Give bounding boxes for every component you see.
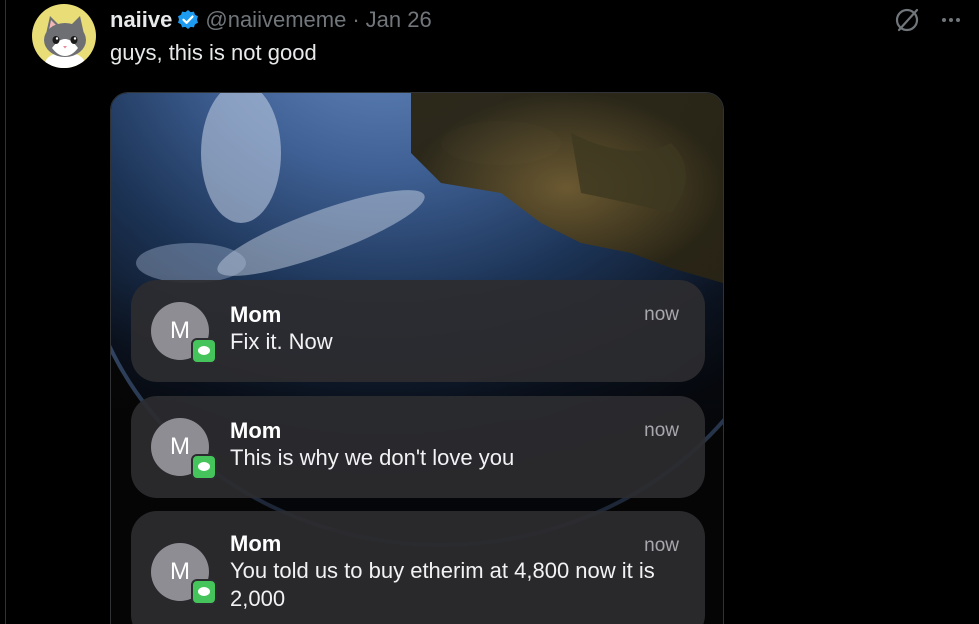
notification-card[interactable]: M Mom now This is why we don't love you xyxy=(131,396,705,498)
notification-sender: Mom xyxy=(230,531,282,556)
author-avatar[interactable] xyxy=(32,4,96,68)
grok-icon[interactable] xyxy=(893,6,921,34)
notification-sender: Mom xyxy=(230,302,282,327)
notification-time: now xyxy=(644,420,679,441)
tweet-header: naiive @naiivememe · Jan 26 xyxy=(110,5,432,35)
tweet-page: naiive @naiivememe · Jan 26 guys, this i… xyxy=(0,0,979,624)
author-handle[interactable]: @naiivememe xyxy=(205,7,346,33)
cat-avatar-icon xyxy=(44,16,86,68)
notification-card[interactable]: M Mom now Fix it. Now xyxy=(131,280,705,382)
notification-message: This is why we don't love you xyxy=(230,445,515,470)
timeline-divider xyxy=(5,0,6,624)
more-options-icon[interactable] xyxy=(936,6,966,34)
tweet-media-image[interactable]: M Mom now Fix it. Now M Mom now This is … xyxy=(110,92,724,624)
messages-icon xyxy=(191,338,217,364)
messages-icon xyxy=(191,454,217,480)
messages-icon xyxy=(191,579,217,605)
notification-card[interactable]: M Mom now You told us to buy etherim at … xyxy=(131,511,705,624)
notification-sender: Mom xyxy=(230,418,282,443)
verified-badge-icon[interactable] xyxy=(177,9,199,31)
author-name[interactable]: naiive xyxy=(110,7,172,33)
notification-time: now xyxy=(644,304,679,325)
notification-message: You told us to buy etherim at 4,800 now … xyxy=(230,558,655,611)
tweet-date[interactable]: Jan 26 xyxy=(366,7,432,33)
notification-time: now xyxy=(644,535,679,556)
header-separator: · xyxy=(352,7,360,32)
tweet-text: guys, this is not good xyxy=(110,40,317,65)
notification-message: Fix it. Now xyxy=(230,329,333,354)
